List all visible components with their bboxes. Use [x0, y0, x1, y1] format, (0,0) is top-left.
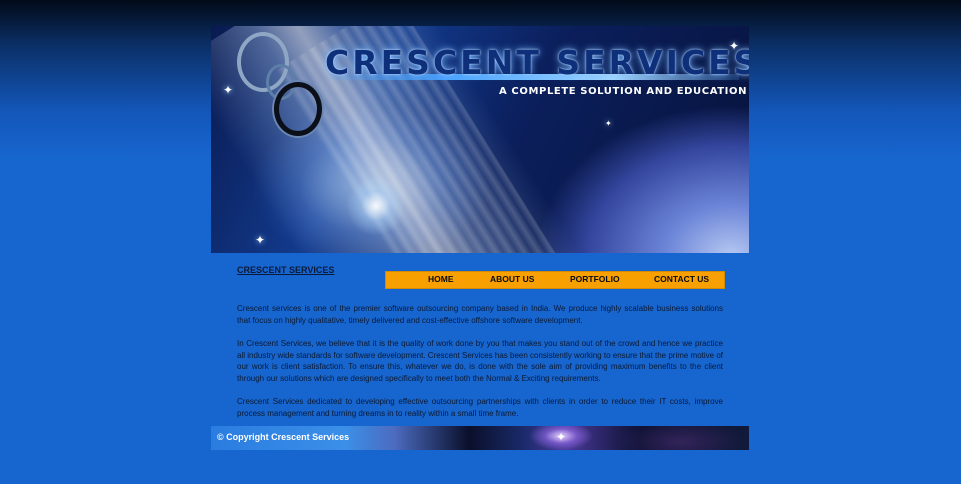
logo-ring-dark: [274, 82, 322, 136]
partnership-paragraph: Crescent Services dedicated to developin…: [237, 397, 723, 418]
main-content: Crescent services is one of the premier …: [237, 303, 723, 431]
page-heading: CRESCENT SERVICES: [237, 265, 335, 275]
header-banner: ✦ ✦ ✦ ✦ CRESCENT SERVICES A COMPLETE SOL…: [211, 26, 749, 253]
star-icon: ✦: [255, 233, 266, 247]
page-container: ✦ ✦ ✦ ✦ CRESCENT SERVICES A COMPLETE SOL…: [211, 26, 749, 450]
light-glow: [346, 176, 406, 236]
nav-about-us[interactable]: ABOUT US: [490, 274, 534, 284]
site-tagline: A COMPLETE SOLUTION AND EDUCATION: [499, 86, 748, 97]
nav-contact-us[interactable]: CONTACT US: [654, 274, 709, 284]
copyright-text: © Copyright Crescent Services: [217, 432, 350, 442]
main-navigation: HOME ABOUT US PORTFOLIO CONTACT US: [385, 271, 725, 289]
nav-portfolio[interactable]: PORTFOLIO: [570, 274, 620, 284]
footer-bar: © Copyright Crescent Services ✦: [211, 426, 749, 450]
quality-paragraph: In Crescent Services, we believe that it…: [237, 339, 724, 383]
star-icon: ✦: [223, 83, 234, 97]
nav-home[interactable]: HOME: [428, 274, 454, 284]
site-title: CRESCENT SERVICES: [325, 43, 749, 82]
intro-paragraph: Crescent services is one of the premier …: [237, 304, 723, 325]
star-icon: ✦: [605, 119, 612, 128]
star-icon: ✦: [556, 430, 567, 444]
